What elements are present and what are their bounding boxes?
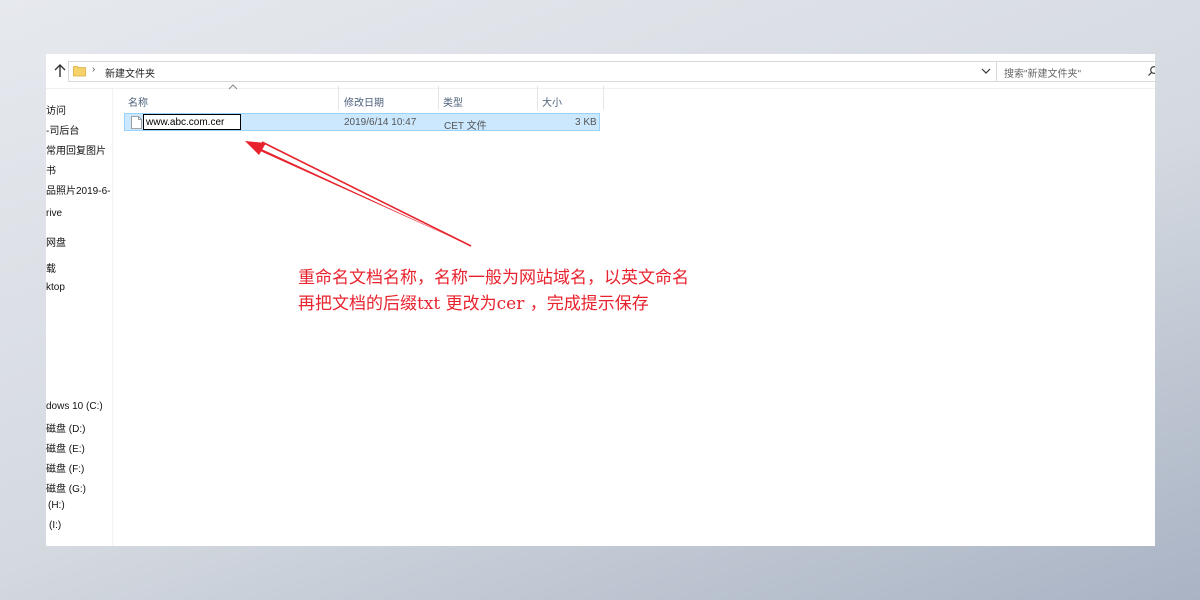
nav-item-drive-e[interactable]: 磁盘 (E:) xyxy=(46,440,85,455)
breadcrumb-folder[interactable]: 新建文件夹 xyxy=(105,65,155,80)
annotation-line-2: 再把文档的后缀txt 更改为cer ，完成提示保存 xyxy=(298,294,649,314)
file-date: 2019/6/14 10:47 xyxy=(344,117,417,128)
folder-icon xyxy=(73,66,86,77)
search-placeholder: 搜索"新建文件夹" xyxy=(1004,69,1082,80)
nav-item-drive-f[interactable]: 磁盘 (F:) xyxy=(46,460,84,475)
nav-item-download[interactable]: 载 xyxy=(46,260,56,275)
nav-item-drive-h[interactable]: (H:) xyxy=(48,500,65,511)
column-header-size[interactable]: 大小 xyxy=(542,88,602,112)
address-bar-row: › 新建文件夹 搜索"新建文件夹" xyxy=(46,54,1155,89)
nav-item-drive-c[interactable]: dows 10 (C:) xyxy=(46,401,103,412)
file-type: CET 文件 xyxy=(444,121,487,132)
rename-input[interactable] xyxy=(143,114,241,130)
column-header-name[interactable]: 名称 xyxy=(128,88,338,112)
nav-item-product-photos[interactable]: 品照片2019-6- xyxy=(46,182,110,197)
address-box[interactable]: › 新建文件夹 xyxy=(68,61,1038,82)
nav-item-onedrive[interactable]: rive xyxy=(46,208,62,219)
up-arrow-icon[interactable] xyxy=(53,63,67,79)
chevron-down-icon[interactable] xyxy=(979,62,993,81)
column-divider[interactable] xyxy=(438,86,439,110)
search-icon[interactable] xyxy=(1147,65,1155,77)
column-header-size-label: 大小 xyxy=(542,98,562,109)
nav-item-books[interactable]: 书 xyxy=(46,162,56,177)
nav-item-reply-images[interactable]: 常用回复图片 xyxy=(46,142,106,157)
column-divider[interactable] xyxy=(537,86,538,110)
search-input[interactable]: 搜索"新建文件夹" xyxy=(996,61,1155,82)
column-divider[interactable] xyxy=(603,86,604,110)
nav-item-drive-d[interactable]: 磁盘 (D:) xyxy=(46,420,85,435)
nav-item-company-admin[interactable]: -司后台 xyxy=(46,122,79,137)
file-size: 3 KB xyxy=(575,117,597,128)
column-header-name-label: 名称 xyxy=(128,98,148,109)
column-header-date[interactable]: 修改日期 xyxy=(344,88,438,112)
file-row-selected[interactable]: 2019/6/14 10:47 CET 文件 3 KB xyxy=(124,113,600,132)
annotation-line-1: 重命名文档名称，名称一般为网站域名，以英文命名 xyxy=(298,268,689,288)
document-icon xyxy=(131,116,142,129)
column-divider[interactable] xyxy=(338,86,339,110)
nav-item-quick-access[interactable]: 访问 xyxy=(46,102,66,117)
nav-item-netdisk[interactable]: 网盘 xyxy=(46,234,66,249)
nav-item-drive-i[interactable]: (I:) xyxy=(49,520,61,531)
navigation-pane: 访问 -司后台 常用回复图片 书 品照片2019-6- rive 网盘 载 kt… xyxy=(46,88,113,546)
column-header-date-label: 修改日期 xyxy=(344,98,384,109)
nav-item-drive-g[interactable]: 磁盘 (G:) xyxy=(46,480,86,495)
column-header-type[interactable]: 类型 xyxy=(443,88,538,112)
column-header-type-label: 类型 xyxy=(443,98,463,109)
breadcrumb-separator[interactable]: › xyxy=(92,64,95,75)
nav-item-desktop[interactable]: ktop xyxy=(46,282,65,293)
